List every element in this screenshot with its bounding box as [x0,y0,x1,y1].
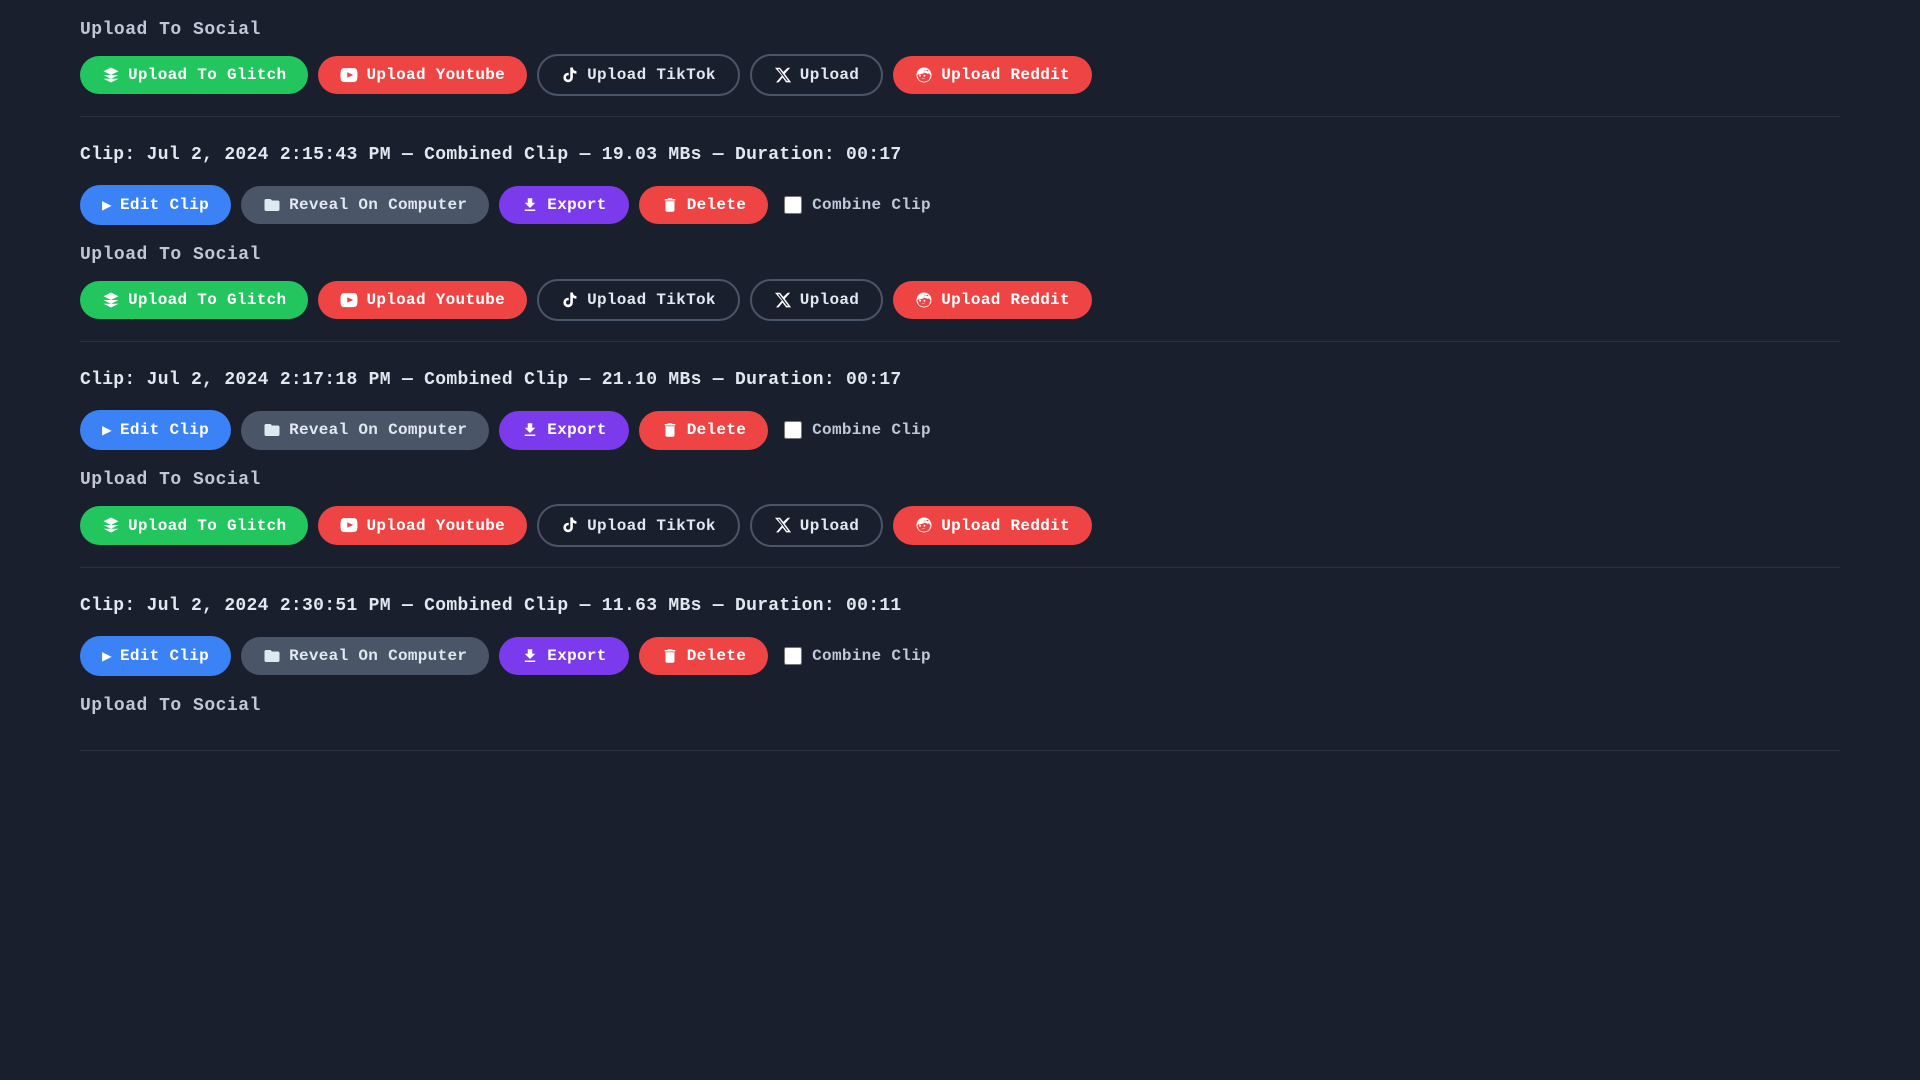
clip-2-combine-wrapper: Combine Clip [784,421,931,439]
clip-1-export-button[interactable]: Export [499,186,628,224]
clip-2-action-row: ▶ Edit Clip Reveal On Computer Export D [80,410,1840,450]
clip-3-upload-to-social-label: Upload To Social [80,696,1840,716]
clip-3-combine-label: Combine Clip [812,647,931,665]
tiktok-icon-2 [561,516,579,534]
top-upload-reddit-label: Upload Reddit [941,66,1070,84]
clip-1-combine-label: Combine Clip [812,196,931,214]
clip-3-action-row: ▶ Edit Clip Reveal On Computer Export D [80,636,1840,676]
clip-2-upload-to-social-label: Upload To Social [80,470,1840,490]
clip-1-label: Clip: Jul 2, 2024 2:15:43 PM — Combined … [80,145,902,165]
clip-1-upload-to-social-label: Upload To Social [80,245,1840,265]
clip-1-info: Clip: Jul 2, 2024 2:15:43 PM — Combined … [80,145,1840,165]
clip-1-glitch-button[interactable]: Upload To Glitch [80,281,308,319]
x-icon [774,66,792,84]
clip-1-social-button-row: Upload To Glitch Upload Youtube Upload T… [80,279,1840,321]
clip-section-1: Clip: Jul 2, 2024 2:15:43 PM — Combined … [80,117,1840,342]
top-upload-to-glitch-label: Upload To Glitch [128,66,286,84]
clip-1-tiktok-button[interactable]: Upload TikTok [537,279,740,321]
x-icon-2 [774,516,792,534]
reddit-icon-2 [915,516,933,534]
youtube-icon [340,66,358,84]
reddit-icon-top [915,66,933,84]
folder-icon-3 [263,647,281,665]
clip-3-combine-checkbox[interactable] [784,647,802,665]
clip-3-delete-button[interactable]: Delete [639,637,768,675]
clip-3-edit-button[interactable]: ▶ Edit Clip [80,636,231,676]
top-upload-tiktok-label: Upload TikTok [587,66,716,84]
clip-2-delete-button[interactable]: Delete [639,411,768,449]
clip-2-combine-label: Combine Clip [812,421,931,439]
clip-3-combine-wrapper: Combine Clip [784,647,931,665]
clip-3-info: Clip: Jul 2, 2024 2:30:51 PM — Combined … [80,596,1840,616]
play-icon-2: ▶ [102,420,112,440]
clip-2-export-button[interactable]: Export [499,411,628,449]
clip-2-edit-button[interactable]: ▶ Edit Clip [80,410,231,450]
top-button-row: Upload To Glitch Upload Youtube Upload T… [80,54,1840,96]
play-icon-3: ▶ [102,646,112,666]
clip-1-reveal-button[interactable]: Reveal On Computer [241,186,489,224]
clip-1-x-button[interactable]: Upload [750,279,883,321]
clip-1-edit-button[interactable]: ▶ Edit Clip [80,185,231,225]
top-upload-reddit-button[interactable]: Upload Reddit [893,56,1092,94]
clip-2-x-button[interactable]: Upload [750,504,883,546]
tiktok-icon [561,66,579,84]
trash-icon-2 [661,421,679,439]
youtube-icon-1 [340,291,358,309]
clip-2-label: Clip: Jul 2, 2024 2:17:18 PM — Combined … [80,370,902,390]
clip-1-action-row: ▶ Edit Clip Reveal On Computer Export D [80,185,1840,225]
clip-2-reddit-button[interactable]: Upload Reddit [893,506,1092,544]
download-icon-3 [521,647,539,665]
download-icon-2 [521,421,539,439]
x-icon-1 [774,291,792,309]
clip-2-reveal-button[interactable]: Reveal On Computer [241,411,489,449]
download-icon-1 [521,196,539,214]
clip-2-info: Clip: Jul 2, 2024 2:17:18 PM — Combined … [80,370,1840,390]
folder-icon-1 [263,196,281,214]
top-upload-to-glitch-button[interactable]: Upload To Glitch [80,56,308,94]
clip-2-glitch-button[interactable]: Upload To Glitch [80,506,308,544]
clip-section-2: Clip: Jul 2, 2024 2:17:18 PM — Combined … [80,342,1840,567]
clip-1-combine-wrapper: Combine Clip [784,196,931,214]
glitch-icon-2 [102,516,120,534]
tiktok-icon-1 [561,291,579,309]
clip-1-reddit-button[interactable]: Upload Reddit [893,281,1092,319]
clip-1-combine-checkbox[interactable] [784,196,802,214]
top-upload-youtube-label: Upload Youtube [366,66,505,84]
top-upload-x-button[interactable]: Upload [750,54,883,96]
folder-icon-2 [263,421,281,439]
reddit-icon-1 [915,291,933,309]
top-upload-to-social-label: Upload To Social [80,20,1840,40]
clip-1-youtube-button[interactable]: Upload Youtube [318,281,527,319]
top-upload-tiktok-button[interactable]: Upload TikTok [537,54,740,96]
clip-2-tiktok-button[interactable]: Upload TikTok [537,504,740,546]
glitch-icon [102,66,120,84]
clip-section-3: Clip: Jul 2, 2024 2:30:51 PM — Combined … [80,568,1840,751]
top-upload-youtube-button[interactable]: Upload Youtube [318,56,527,94]
clip-3-reveal-button[interactable]: Reveal On Computer [241,637,489,675]
glitch-icon-1 [102,291,120,309]
youtube-icon-2 [340,516,358,534]
top-social-section: Upload To Social Upload To Glitch Upload… [80,0,1840,117]
clip-3-export-button[interactable]: Export [499,637,628,675]
top-upload-x-label: Upload [800,66,859,84]
clip-2-combine-checkbox[interactable] [784,421,802,439]
play-icon-1: ▶ [102,195,112,215]
clip-1-delete-button[interactable]: Delete [639,186,768,224]
trash-icon-3 [661,647,679,665]
clip-3-label: Clip: Jul 2, 2024 2:30:51 PM — Combined … [80,596,902,616]
clip-2-youtube-button[interactable]: Upload Youtube [318,506,527,544]
trash-icon-1 [661,196,679,214]
clip-2-social-button-row: Upload To Glitch Upload Youtube Upload T… [80,504,1840,546]
